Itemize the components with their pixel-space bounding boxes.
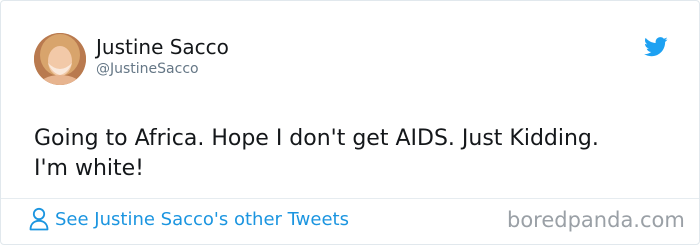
- tweet-text-line-2: I'm white!: [34, 156, 144, 181]
- author-name[interactable]: Justine Sacco: [96, 35, 229, 59]
- footer-divider: [1, 198, 699, 199]
- twitter-bird-icon[interactable]: [644, 37, 668, 57]
- tweet-text-line-1: Going to Africa. Hope I don't get AIDS. …: [34, 126, 599, 151]
- person-outline-icon: [29, 207, 49, 231]
- avatar-photo: [34, 33, 86, 85]
- author-handle[interactable]: @JustineSacco: [96, 61, 199, 77]
- author-avatar[interactable]: [34, 33, 86, 85]
- tweet-card: Justine Sacco @JustineSacco Going to Afr…: [0, 0, 700, 245]
- see-other-tweets-label: See Justine Sacco's other Tweets: [55, 208, 349, 230]
- watermark-text: boredpanda.com: [507, 208, 685, 232]
- see-other-tweets-link[interactable]: See Justine Sacco's other Tweets: [29, 207, 349, 231]
- tweet-text: Going to Africa. Hope I don't get AIDS. …: [34, 124, 674, 184]
